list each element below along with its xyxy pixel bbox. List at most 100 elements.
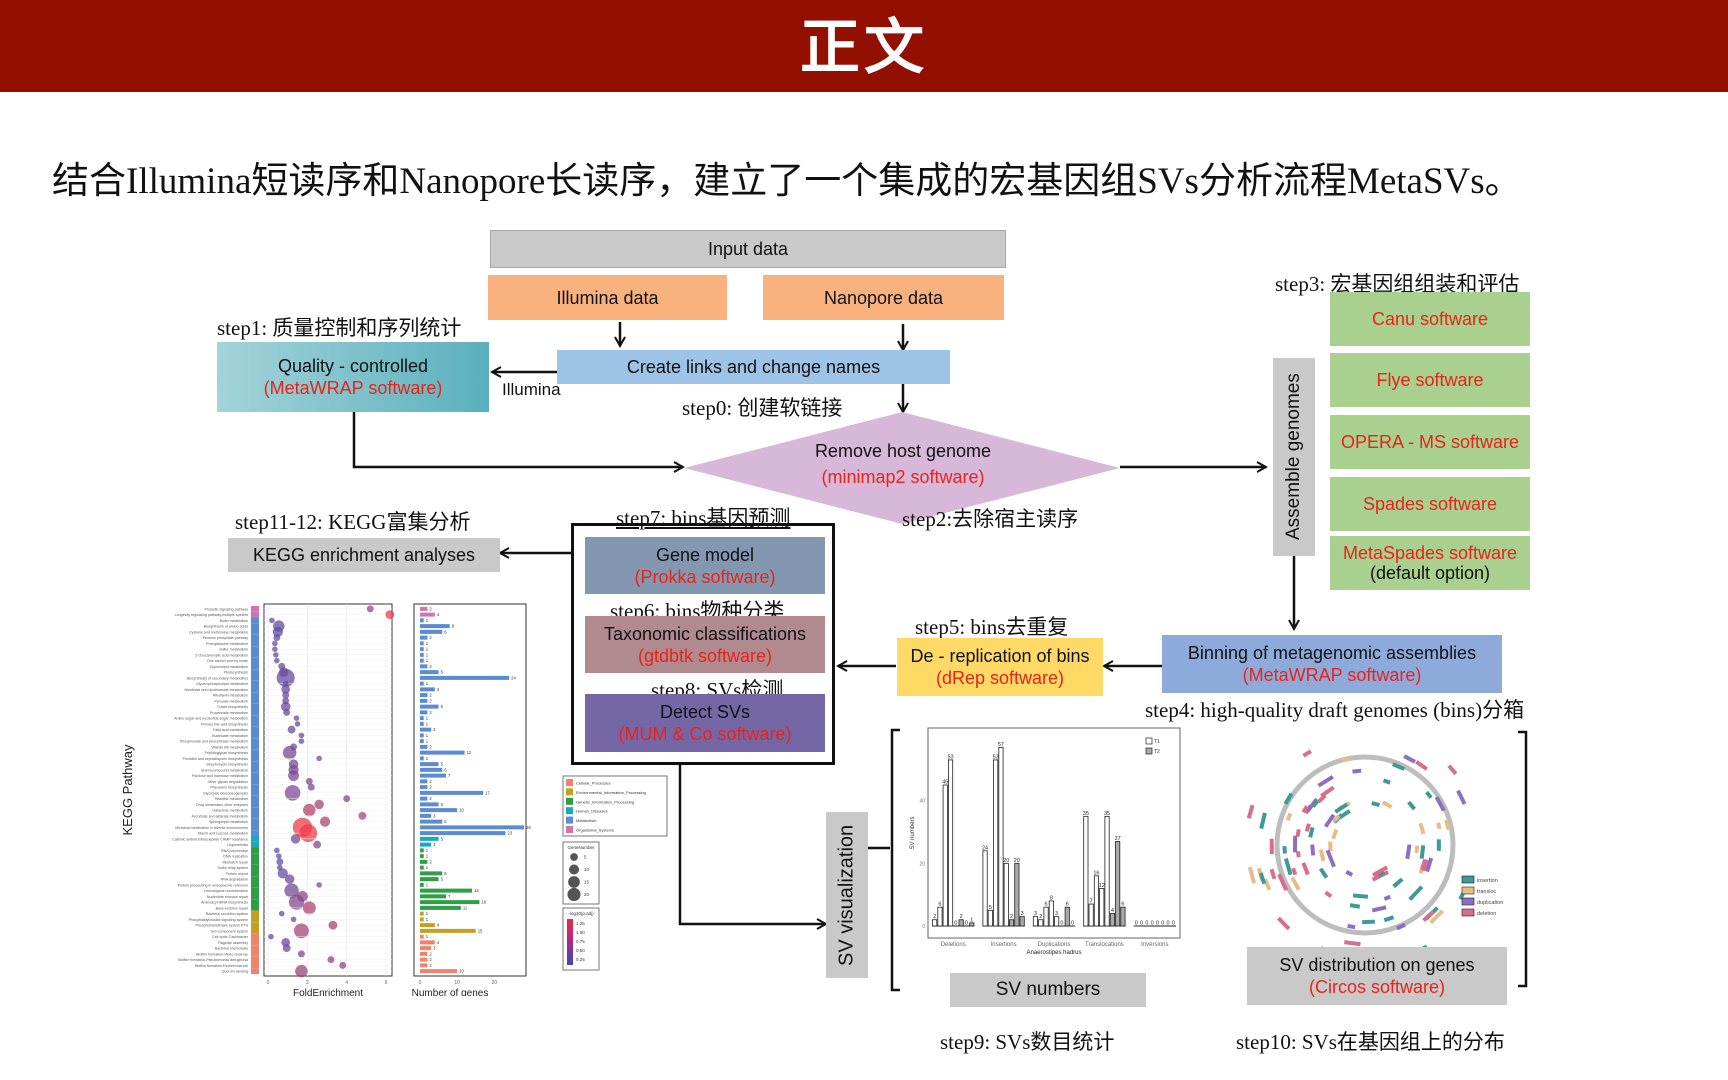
kegg-pathway-label: Sphingolipid metabolism xyxy=(209,820,248,824)
kegg-gene-count-bar xyxy=(420,940,435,945)
kegg-gene-count-label: 10 xyxy=(459,808,464,813)
kegg-class-strip xyxy=(251,951,259,957)
illumina-data-box: Illumina data xyxy=(488,275,727,320)
kegg-class-strip xyxy=(251,841,259,848)
kegg-enrichment-dot xyxy=(307,783,315,791)
kegg-enrichment-dot xyxy=(293,715,300,721)
kegg-enrichment-dot xyxy=(327,956,335,964)
kegg-enrichment-dot xyxy=(276,853,282,859)
left-bracket xyxy=(890,728,900,992)
sv-bar xyxy=(1109,913,1115,927)
kegg-class-strip xyxy=(251,876,259,882)
circos-sv-mark xyxy=(1325,849,1336,868)
kegg-gene-count-bar xyxy=(420,704,439,709)
circos-sv-mark xyxy=(1371,905,1387,913)
kegg-gene-count-bar xyxy=(420,629,443,634)
kegg-enrichment-dot xyxy=(282,745,297,760)
sv-bar xyxy=(1003,862,1009,927)
sv-bar-value-label: 27 xyxy=(1115,836,1121,842)
kegg-class-legend-swatch xyxy=(566,816,573,824)
kegg-enrichment-chart: 0 2 4 6 0 10 20 Prolactin signaling pathway 2 Lon… xyxy=(120,603,668,996)
kegg-enrichment-dot xyxy=(294,923,309,939)
step4-label: step4: high-quality draft genomes (bins)… xyxy=(1145,698,1525,722)
assembler-name: Spades software xyxy=(1362,494,1498,514)
kegg-enrichment-dot xyxy=(358,811,367,820)
kegg-class-strip xyxy=(251,772,259,779)
kegg-class-strip xyxy=(251,629,259,635)
dereplication-software: (dRep software) xyxy=(935,668,1065,688)
kegg-class-strip xyxy=(251,801,259,808)
kegg-enrichment-dot xyxy=(313,840,322,849)
circos-sv-mark xyxy=(1328,841,1333,852)
sv-bar-value-label: 3 xyxy=(1021,911,1024,917)
kegg-enrichment-dot xyxy=(298,732,305,739)
sv-legend-label: T2 xyxy=(1154,749,1160,755)
kegg-pathway-label: Homologous recombination xyxy=(204,889,248,893)
kegg-gene-count-label: 12 xyxy=(467,750,472,755)
sv-plot-frame xyxy=(927,727,1181,939)
kegg-gene-count-bar xyxy=(420,934,424,939)
kegg-gene-count-bar xyxy=(420,773,446,778)
step11-12-label: step11-12: KEGG富集分析 xyxy=(235,510,471,534)
sv-bar xyxy=(1014,862,1020,927)
kegg-pathway-label: Starch and sucrose metabolism xyxy=(198,832,248,836)
sv-bar xyxy=(998,746,1004,927)
circos-sv-mark xyxy=(1407,800,1417,811)
circos-sv-mark xyxy=(1419,845,1426,859)
kegg-class-strip xyxy=(251,686,259,693)
kegg-color-legend-label: 1.00 xyxy=(576,930,585,935)
kegg-class-strip xyxy=(251,606,259,612)
kegg-gene-count-bar xyxy=(420,790,484,795)
kegg-enrichment-dot xyxy=(282,944,291,953)
kegg-pathway-label: Nicotinate and nicotinamide metabolism xyxy=(184,688,248,692)
sv-bar xyxy=(1104,815,1110,927)
kegg-pathway-label: Pyruvate metabolism xyxy=(214,699,248,703)
kegg-class-strip xyxy=(251,859,259,865)
circos-legend-label: insertion xyxy=(1477,878,1498,884)
sv-bar-value-label: 20 xyxy=(1003,858,1009,864)
kegg-class-strip xyxy=(251,623,259,629)
kegg-gene-count-label: 14 xyxy=(474,888,479,893)
circos-sv-mark xyxy=(1436,822,1442,830)
kegg-gene-count-bar xyxy=(420,670,439,675)
kegg-pathway-label: Cationic antimicrobial peptide CAMP resi… xyxy=(172,837,248,841)
sv-bar-value-label: 0 xyxy=(1135,921,1138,927)
sv-bar-value-label: 0 xyxy=(965,921,968,927)
sv-y-axis-label: SV numbers xyxy=(910,816,916,849)
sv-bar-value-label: 2 xyxy=(933,914,936,920)
sv-legend-label: T1 xyxy=(1154,739,1160,745)
kegg-class-strip xyxy=(251,968,259,974)
kegg-class-legend-swatch xyxy=(566,779,573,786)
kegg-x-axis-label: FoldEnrichment xyxy=(293,988,363,996)
assemble-genomes-box: Assemble genomes xyxy=(1273,358,1315,556)
sv-bar-value-label: 53 xyxy=(993,754,999,760)
kegg-class-strip xyxy=(251,882,259,888)
kegg-pathway-label: Prolactin signaling pathway xyxy=(204,607,248,611)
kegg-y-axis-label: KEGG Pathway xyxy=(120,744,135,836)
sv-bar-value-label: 2 xyxy=(1039,914,1042,920)
sv-bar xyxy=(1038,919,1044,927)
kegg-color-legend-label: 0.50 xyxy=(576,948,585,953)
kegg-gene-count-bar xyxy=(420,969,458,974)
sv-bar-value-label: 5 xyxy=(989,905,992,911)
kegg-pathway-label: Biotin metabolism xyxy=(220,619,248,623)
sv-bar-value-label: 45 xyxy=(942,780,948,786)
kegg-gene-count-bar xyxy=(420,825,524,830)
sv-bar-value-label: 0 xyxy=(1060,921,1063,927)
kegg-gene-count-bar xyxy=(420,698,428,703)
sv-bar-value-label: 0 xyxy=(954,921,957,927)
sv-visualization-box: SV visualization xyxy=(826,812,868,978)
sv-bar-value-label: 6 xyxy=(938,902,941,908)
kegg-x-tick-label: 0 xyxy=(267,980,270,986)
kegg-enrichment-dot xyxy=(273,652,279,658)
illumina-data-label: Illumina data xyxy=(556,287,659,308)
kegg-gene-count-bar xyxy=(420,859,428,864)
kegg-pathway-label: Propanoate metabolism xyxy=(210,711,248,715)
kegg-class-legend-label: Metabolism xyxy=(576,818,597,823)
circos-plot: insertion transloc duplication deletion xyxy=(1246,749,1503,950)
kegg-gene-count-bar xyxy=(420,716,424,721)
sv-bar-value-label: 0 xyxy=(1145,921,1148,927)
kegg-pathway-label: Glycerophospholipid metabolism xyxy=(196,682,248,686)
sv-bar-value-label: 3 xyxy=(1034,911,1037,917)
kegg-gene-count-bar xyxy=(420,923,435,928)
